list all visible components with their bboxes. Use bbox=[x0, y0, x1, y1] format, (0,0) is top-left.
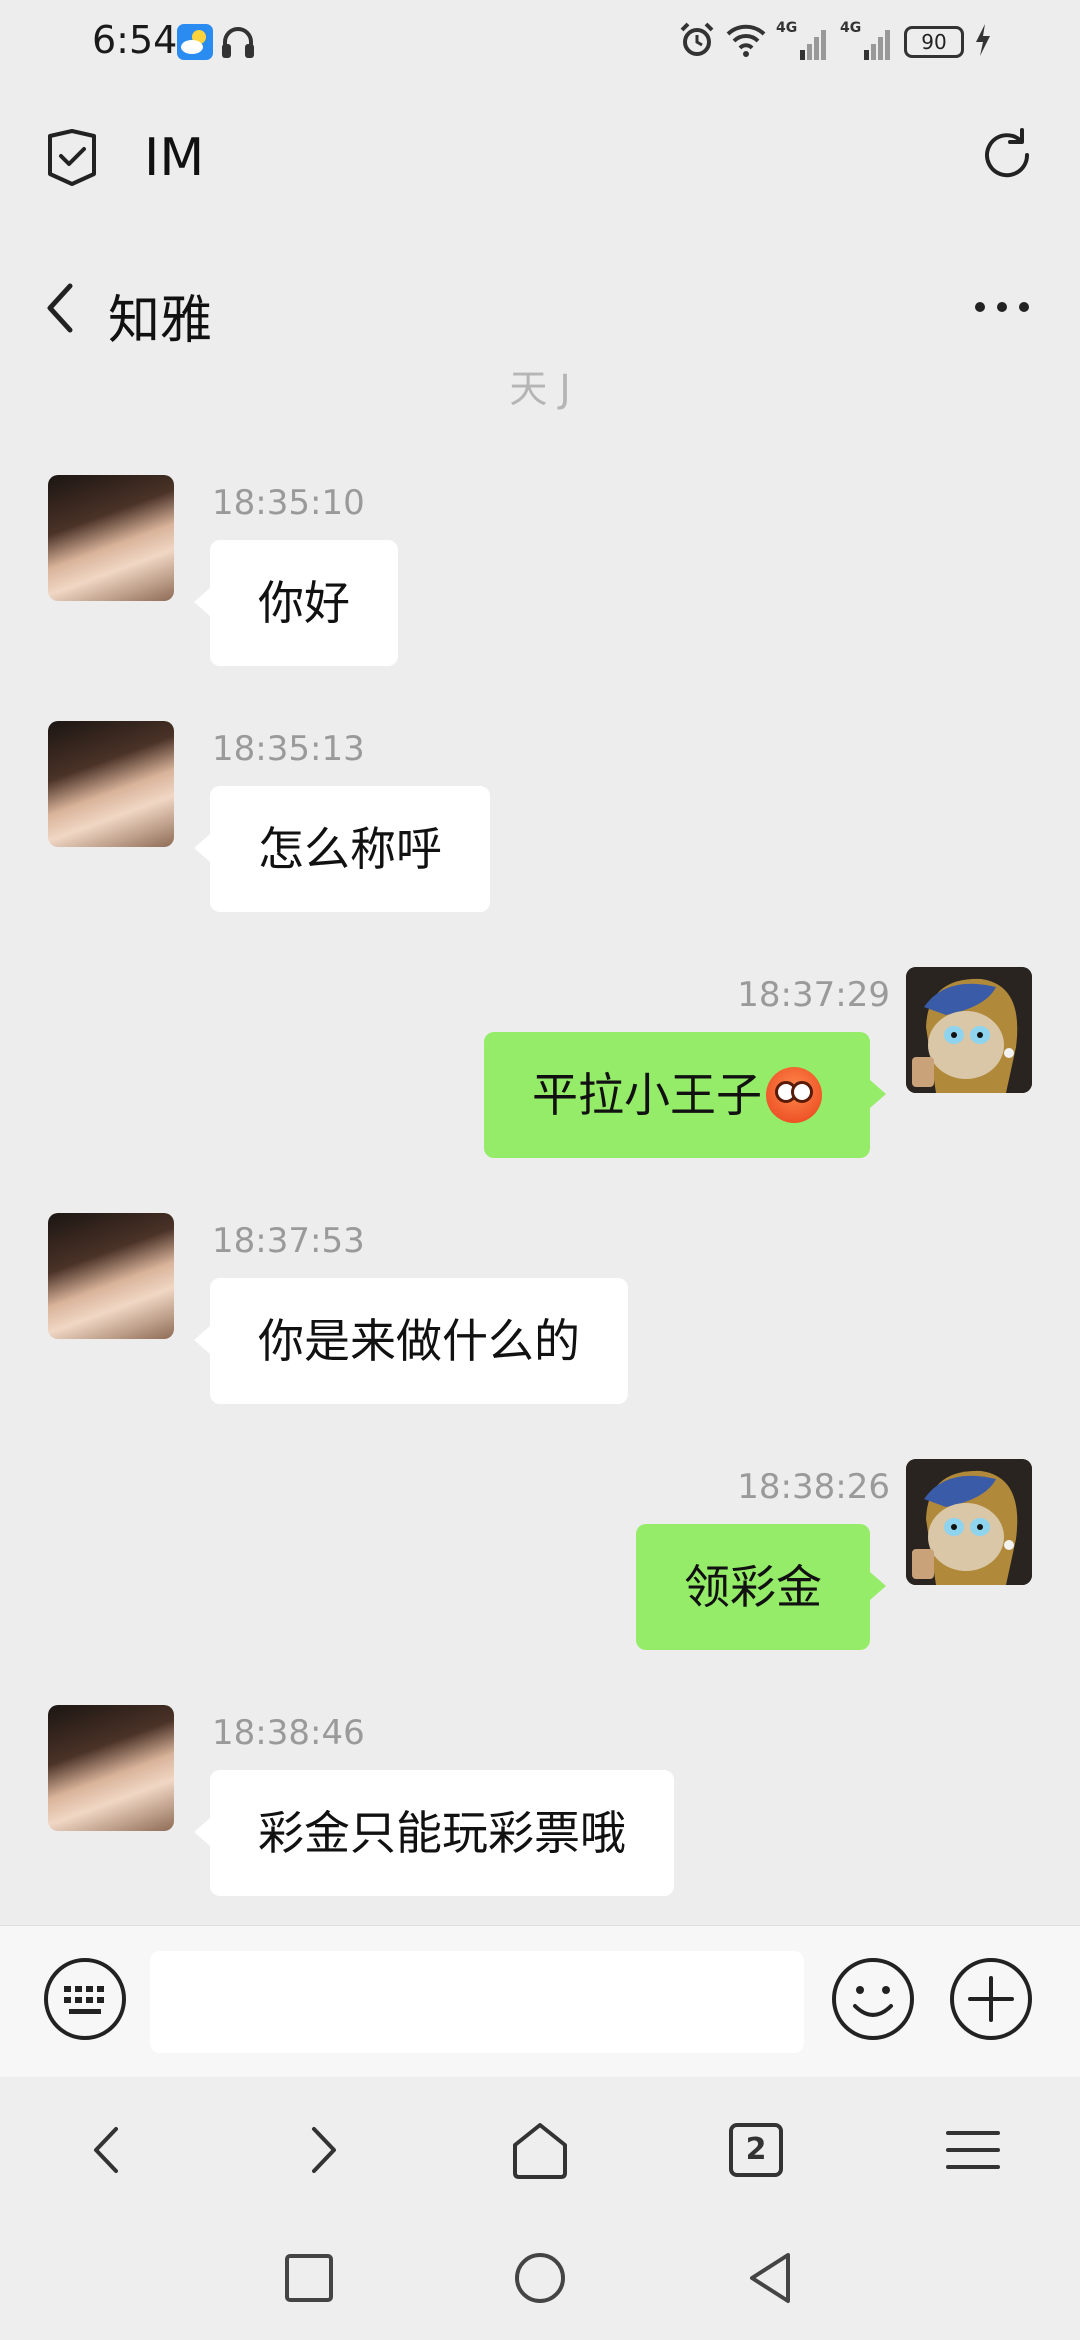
signal-tag: 4G bbox=[776, 20, 798, 36]
home-circle-icon[interactable] bbox=[509, 2247, 571, 2309]
message-bubble[interactable]: 平拉小王子 bbox=[484, 1032, 886, 1158]
status-bar: 6:54 4G 4G 90 bbox=[0, 0, 1080, 84]
back-triangle-icon[interactable] bbox=[740, 2247, 802, 2309]
chat-header: 知雅 bbox=[0, 250, 1080, 370]
tab-count: 2 bbox=[745, 2132, 767, 2167]
flushed-face-emoji bbox=[766, 1066, 822, 1123]
contact-avatar[interactable] bbox=[48, 721, 174, 847]
browser-forward-icon[interactable] bbox=[288, 2115, 358, 2185]
message-bubble[interactable]: 怎么称呼 bbox=[194, 786, 490, 912]
shield-check-icon[interactable] bbox=[44, 128, 100, 188]
user-avatar[interactable] bbox=[906, 967, 1032, 1093]
contact-avatar[interactable] bbox=[48, 1213, 174, 1339]
message-bubble[interactable]: 彩金只能玩彩票哦 bbox=[194, 1770, 674, 1896]
app-header: IM bbox=[0, 100, 1080, 220]
message-time: 18:38:26 bbox=[737, 1467, 890, 1507]
message-row: 18:38:46 彩金只能玩彩票哦 bbox=[0, 1705, 1080, 1905]
weather-icon bbox=[177, 24, 213, 60]
message-text: 你好 bbox=[258, 576, 350, 630]
message-text: 平拉小王子 bbox=[532, 1068, 762, 1122]
message-time: 18:35:10 bbox=[212, 483, 365, 523]
message-row: 18:38:26 领彩金 bbox=[0, 1459, 1080, 1659]
wifi-icon bbox=[726, 22, 766, 62]
message-row: 18:35:13 怎么称呼 bbox=[0, 721, 1080, 921]
tabs-icon[interactable]: 2 bbox=[721, 2115, 791, 2185]
message-row: 18:35:10 你好 bbox=[0, 475, 1080, 675]
message-bubble[interactable]: 你是来做什么的 bbox=[194, 1278, 628, 1404]
keyboard-icon[interactable] bbox=[42, 1956, 128, 2042]
browser-back-icon[interactable] bbox=[72, 2115, 142, 2185]
message-row: 18:37:29 平拉小王子 bbox=[0, 967, 1080, 1167]
message-bubble[interactable]: 领彩金 bbox=[636, 1524, 886, 1650]
menu-icon[interactable] bbox=[938, 2115, 1008, 2185]
message-text: 彩金只能玩彩票哦 bbox=[258, 1806, 626, 1860]
message-list[interactable]: 天 J 18:35:10 你好 18:35:13 怎么称呼 18:37:29 平… bbox=[0, 370, 1080, 1925]
charging-icon bbox=[974, 23, 992, 61]
system-notice: 天 J bbox=[509, 370, 571, 411]
message-time: 18:35:13 bbox=[212, 729, 365, 769]
alarm-icon bbox=[678, 21, 716, 63]
message-time: 18:38:46 bbox=[212, 1713, 365, 1753]
message-text: 领彩金 bbox=[684, 1560, 822, 1614]
message-row: 18:37:53 你是来做什么的 bbox=[0, 1213, 1080, 1413]
message-text: 怎么称呼 bbox=[258, 822, 442, 876]
signal-icon: 4G bbox=[776, 20, 830, 62]
refresh-icon[interactable] bbox=[978, 126, 1036, 184]
battery-icon: 90 bbox=[904, 26, 964, 58]
status-time: 6:54 bbox=[92, 18, 178, 62]
message-bubble[interactable]: 你好 bbox=[194, 540, 398, 666]
message-time: 18:37:29 bbox=[737, 975, 890, 1015]
message-text: 你是来做什么的 bbox=[258, 1314, 580, 1368]
home-icon[interactable] bbox=[505, 2115, 575, 2185]
message-input[interactable] bbox=[150, 1951, 804, 2053]
plus-circle-icon[interactable] bbox=[948, 1956, 1034, 2042]
system-nav bbox=[0, 2225, 1080, 2340]
more-dots-icon[interactable] bbox=[972, 292, 1032, 322]
signal-icon: 4G bbox=[840, 20, 894, 62]
back-chevron-icon[interactable] bbox=[40, 280, 80, 336]
contact-avatar[interactable] bbox=[48, 475, 174, 601]
app-title: IM bbox=[144, 128, 205, 188]
recents-icon[interactable] bbox=[278, 2247, 340, 2309]
browser-nav: 2 bbox=[0, 2077, 1080, 2225]
user-avatar[interactable] bbox=[906, 1459, 1032, 1585]
status-icons: 4G 4G 90 bbox=[678, 20, 992, 64]
smiley-icon[interactable] bbox=[830, 1956, 916, 2042]
headphone-icon bbox=[220, 22, 256, 62]
chat-title: 知雅 bbox=[108, 291, 213, 351]
input-bar bbox=[0, 1925, 1080, 2077]
battery-level: 90 bbox=[921, 30, 947, 54]
signal-tag: 4G bbox=[840, 20, 862, 36]
message-time: 18:37:53 bbox=[212, 1221, 365, 1261]
contact-avatar[interactable] bbox=[48, 1705, 174, 1831]
